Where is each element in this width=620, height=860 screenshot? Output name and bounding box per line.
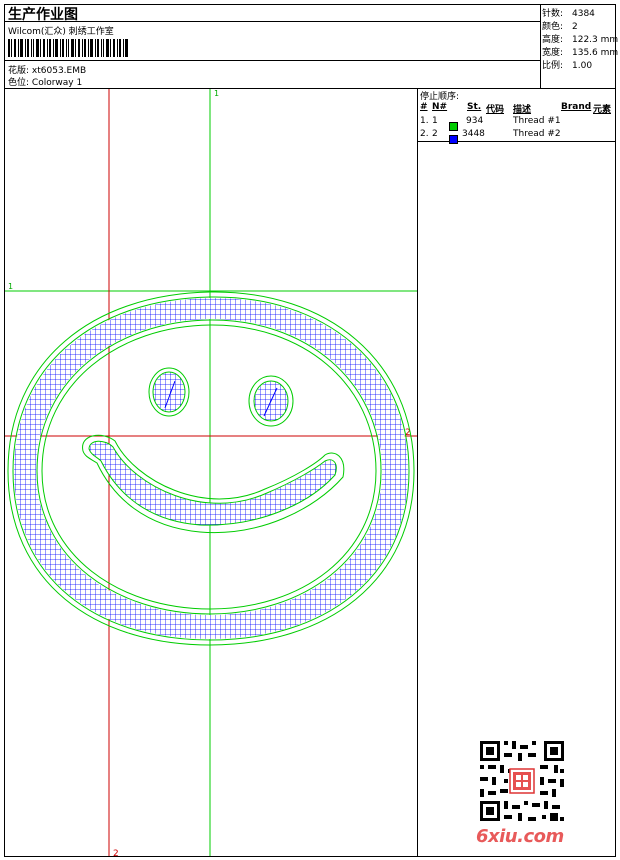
guide-label-top: 1 xyxy=(214,89,219,98)
stat-scale: 比例: 1.00 xyxy=(542,58,592,71)
col-n-header: N# xyxy=(432,102,448,112)
thread-row-desc: Thread #2 xyxy=(513,129,561,139)
col-st-header: St. xyxy=(467,102,482,112)
col-brand-header: Brand xyxy=(561,102,592,112)
thread-row-seq: 1. xyxy=(420,116,429,126)
stat-height: 高度: 122.3 mm xyxy=(542,32,618,45)
watermark-text: 6xiu.com xyxy=(476,826,564,847)
face-ring-fill xyxy=(14,297,408,639)
thread-row-n: 1 xyxy=(432,116,438,126)
stat-value: 2 xyxy=(572,22,578,32)
guide-label-left: 1 xyxy=(8,282,13,291)
company-name: Wilcom(汇众) 刺绣工作室 xyxy=(8,27,114,37)
stat-width: 宽度: 135.6 mm xyxy=(542,45,618,58)
title-underline xyxy=(4,21,540,22)
stop-sequence-title: 停止顺序: xyxy=(420,92,460,102)
stats-divider xyxy=(540,4,541,88)
col-code-header: 代码 xyxy=(486,105,505,115)
barcode-image xyxy=(8,39,128,57)
stat-value: 135.6 mm xyxy=(572,48,619,58)
thread-table-divider xyxy=(417,141,616,142)
thread-row-code: 934 xyxy=(466,116,484,126)
colorway-row: 色位: Colorway 1 xyxy=(8,75,82,88)
stat-label: 颜色: xyxy=(542,22,564,32)
page-title: 生产作业图 xyxy=(8,7,78,23)
thread-color-swatch xyxy=(449,129,458,148)
stat-label: 针数: xyxy=(542,9,564,19)
col-desc-header: 描述 xyxy=(513,105,532,115)
thread-row-desc: Thread #1 xyxy=(513,116,561,126)
stat-label: 宽度: xyxy=(542,48,564,58)
stat-stitches: 针数: 4384 xyxy=(542,6,595,19)
meta-divider xyxy=(4,60,540,61)
qr-code-image xyxy=(478,739,566,823)
thread-row-seq: 2. xyxy=(420,129,429,139)
thread-row-n: 2 xyxy=(432,129,438,139)
colorway-value: Colorway 1 xyxy=(31,78,83,88)
left-eye-fill xyxy=(152,371,186,413)
thread-row-code: 3448 xyxy=(462,129,485,139)
guide-label-bottom: 2 xyxy=(113,849,119,856)
stat-label: 比例: xyxy=(542,61,564,71)
stat-colors: 颜色: 2 xyxy=(542,19,578,32)
colorway-label: 色位: xyxy=(8,78,30,88)
col-num-header: # xyxy=(420,102,428,112)
stat-label: 高度: xyxy=(542,35,564,45)
stat-value: 1.00 xyxy=(572,61,593,71)
col-element-header: 元素 xyxy=(593,105,612,115)
stat-value: 122.3 mm xyxy=(572,35,619,45)
embroidery-design-canvas: 1 1 2 2 xyxy=(5,89,417,856)
stat-value: 4384 xyxy=(572,9,595,19)
mouth-fill xyxy=(88,440,337,526)
design-divider xyxy=(417,88,418,857)
